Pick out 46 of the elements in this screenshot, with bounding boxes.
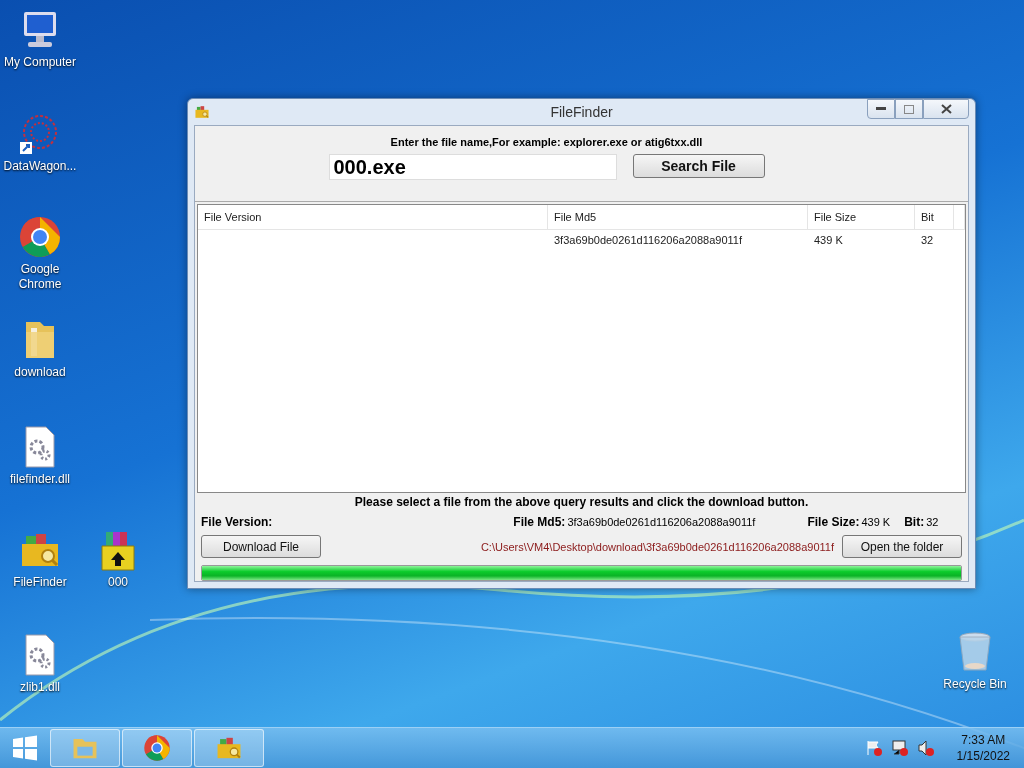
bit-value: 32 [926,516,939,528]
clock-date: 1/15/2022 [956,748,1010,764]
column-header[interactable]: File Md5 [548,205,808,229]
file-name-field[interactable]: 000.exe [328,154,617,180]
close-button[interactable] [923,99,969,119]
instruction-text: Please select a file from the above query results and click the download button. [354,495,809,509]
maximize-icon [904,104,914,114]
desktop-icon-label[interactable]: Google Chrome [0,262,80,292]
md5-value: 3f3a69b0de0261d116206a2088a9011f [567,516,756,528]
open-folder-button[interactable]: Open the folder [842,535,962,558]
table-cell-text: 3f3a69b0de0261d116206a2088a9011f [553,234,743,246]
download-path: C:\Users\VM4\Desktop\download\3f3a69b0de0261d116206a2088a9011f [480,540,834,553]
clock[interactable]: 7:33 AM 1/15/2022 [956,732,1010,764]
desktop-icon-label[interactable]: My Computer [4,55,76,70]
desktop-icon-label[interactable]: download [14,365,66,380]
folder-search-icon [194,104,210,120]
window-title: FileFinder [550,104,613,120]
flag-error-icon[interactable] [864,740,883,756]
download-file-button[interactable]: Download File [201,535,321,558]
search-prompt: Enter the file name,For example: explorer.exe or atig6txx.dll [390,136,703,148]
minimize-icon [876,107,886,111]
network-error-icon[interactable] [890,740,909,756]
desktop-icon-label[interactable]: 000 [108,575,128,590]
table-cell-text: 439 K [813,234,844,246]
desktop-icon-label[interactable]: filefinder.dll [9,472,70,487]
table-cell-text: 32 [920,234,935,246]
close-icon [940,104,952,114]
minimize-button[interactable] [867,99,895,119]
desktop-icon-label[interactable]: FileFinder [13,575,67,590]
file-version-label: File Version: [201,515,273,529]
column-header[interactable]: File Version [198,205,548,229]
chrome-icon [143,734,171,762]
md5-label: File Md5: [513,515,566,529]
windows-logo-icon [12,735,38,761]
taskbar-app-button[interactable] [122,729,192,767]
file-size-label: File Size: [807,515,860,529]
taskbar-app-button[interactable] [194,729,264,767]
column-header[interactable]: File Size [808,205,915,229]
file-size-value: 439 K [861,516,891,528]
desktop-icon-label[interactable]: DataWagon... [3,159,77,174]
bit-label: Bit: [904,515,925,529]
clock-time: 7:33 AM [961,732,1006,748]
column-header[interactable]: Bit [915,205,954,229]
chrome-icon [18,215,62,259]
speaker-muted-icon[interactable] [916,740,935,756]
search-file-button[interactable]: Search File [632,154,765,178]
